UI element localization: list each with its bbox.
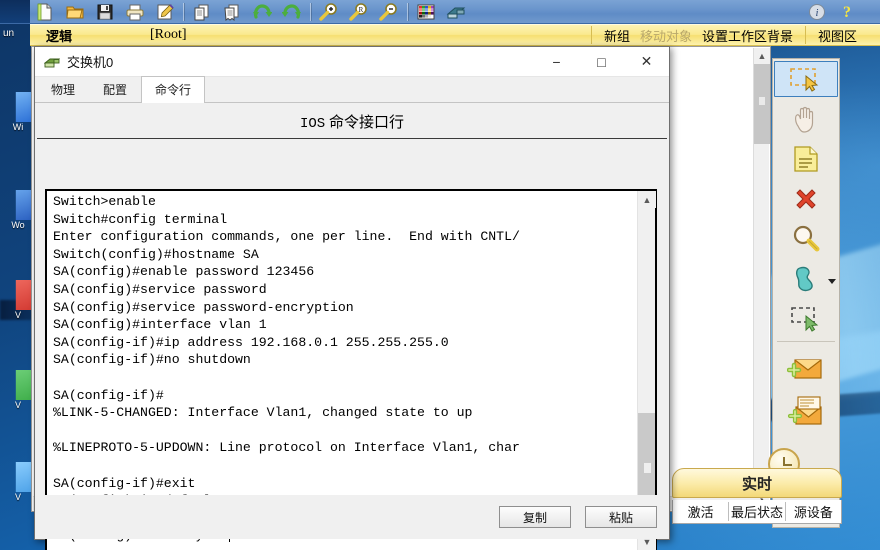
- open-folder-icon[interactable]: [60, 1, 90, 23]
- cli-heading-rule: [37, 138, 667, 139]
- note-tool[interactable]: [773, 139, 839, 179]
- copy-button[interactable]: 复制: [499, 506, 571, 528]
- view-area-button[interactable]: 视图区: [813, 26, 862, 45]
- new-file-icon[interactable]: [30, 1, 60, 23]
- inspect-tool[interactable]: [773, 219, 839, 259]
- cli-dialog-window: 交换机0 − □ ✕ 物理 配置 命令行 IOS 命令接口行 Switch>en…: [34, 46, 670, 550]
- realtime-tab[interactable]: 实时: [672, 468, 842, 498]
- set-background-button[interactable]: 设置工作区背景: [697, 26, 798, 45]
- undo-icon[interactable]: [247, 1, 277, 23]
- info-icon[interactable]: i: [802, 1, 832, 23]
- column-header-active[interactable]: 激活: [673, 502, 730, 521]
- new-group-button[interactable]: 新组: [599, 26, 635, 45]
- zoom-in-icon[interactable]: [314, 1, 344, 23]
- switch-icon: [43, 54, 61, 70]
- palette-icon[interactable]: [411, 1, 441, 23]
- scroll-up-arrow[interactable]: ▲: [754, 48, 770, 64]
- cli-body: IOS 命令接口行 Switch>enable Switch#config te…: [35, 103, 669, 550]
- column-header-last-status[interactable]: 最后状态: [729, 502, 786, 521]
- tab-cli[interactable]: 命令行: [141, 76, 206, 103]
- move-object-button: 移动对象: [639, 28, 692, 44]
- zoom-out-icon[interactable]: [374, 1, 404, 23]
- maximize-button[interactable]: □: [579, 47, 624, 77]
- save-disk-icon[interactable]: [90, 1, 120, 23]
- main-toolbar: R i ?: [0, 0, 880, 24]
- toolbar-separator: [407, 2, 408, 21]
- root-breadcrumb[interactable]: [Root]: [150, 27, 187, 43]
- custom-devices-icon[interactable]: [441, 1, 471, 23]
- tab-config[interactable]: 配置: [89, 76, 141, 103]
- toolbar-left-gap: [0, 0, 30, 23]
- cli-tab-strip: 物理 配置 命令行: [35, 76, 669, 103]
- terminal-scroll-up-arrow[interactable]: ▲: [638, 191, 656, 208]
- menubar-separator: [590, 26, 592, 44]
- delete-tool[interactable]: [773, 179, 839, 219]
- help-icon[interactable]: ?: [832, 1, 862, 23]
- select-tool[interactable]: [774, 61, 838, 97]
- logic-view-label[interactable]: 逻辑: [30, 26, 150, 45]
- print-icon[interactable]: [120, 1, 150, 23]
- paste-button[interactable]: 粘贴: [585, 506, 657, 528]
- cli-heading: IOS 命令接口行: [35, 103, 669, 138]
- scroll-thumb-grip: [644, 463, 651, 473]
- svg-text:?: ?: [843, 4, 851, 21]
- add-complex-pdu-tool[interactable]: [773, 390, 839, 434]
- toolbar-separator: [310, 2, 311, 21]
- workspace-vertical-scrollbar[interactable]: ▲ ▼: [753, 48, 770, 497]
- minimize-button[interactable]: −: [534, 47, 579, 77]
- svg-text:i: i: [816, 8, 819, 19]
- palette-divider: [777, 341, 835, 342]
- menubar-separator: [804, 26, 806, 44]
- redo-icon[interactable]: [277, 1, 307, 23]
- menubar-left-section: 逻辑 [Root]: [30, 26, 584, 45]
- column-header-source-device[interactable]: 源设备: [786, 502, 841, 521]
- resize-shape-tool[interactable]: [773, 299, 839, 339]
- cli-heading-prefix: IOS: [300, 116, 326, 132]
- toolbar-separator: [183, 2, 184, 21]
- chevron-down-icon[interactable]: [828, 279, 836, 284]
- scroll-thumb-grip: [759, 97, 765, 105]
- edit-note-icon[interactable]: [150, 1, 180, 23]
- cli-title-bar[interactable]: 交换机0 − □ ✕: [35, 47, 669, 77]
- workspace-menubar: 逻辑 [Root] 新组 移动对象 设置工作区背景 视图区: [30, 24, 880, 46]
- workspace-scroll-thumb[interactable]: [754, 64, 770, 144]
- copy-icon[interactable]: [187, 1, 217, 23]
- zoom-reset-icon[interactable]: R: [344, 1, 374, 23]
- pan-hand-tool[interactable]: [773, 99, 839, 139]
- add-simple-pdu-tool[interactable]: [773, 350, 839, 390]
- tab-physical[interactable]: 物理: [37, 76, 89, 103]
- cli-footer: 复制 粘贴: [35, 495, 669, 539]
- realtime-tab-label: 实时: [741, 475, 772, 493]
- close-button[interactable]: ✕: [624, 47, 669, 77]
- desktop-icon-label-fragment: un: [3, 28, 15, 39]
- cli-window-title: 交换机0: [67, 55, 114, 70]
- svg-text:R: R: [359, 6, 364, 14]
- draw-shape-tool[interactable]: [773, 259, 839, 299]
- pdu-table-header: 激活 最后状态 源设备: [672, 500, 842, 524]
- cli-heading-suffix: 命令接口行: [328, 115, 404, 131]
- paste-icon[interactable]: [217, 1, 247, 23]
